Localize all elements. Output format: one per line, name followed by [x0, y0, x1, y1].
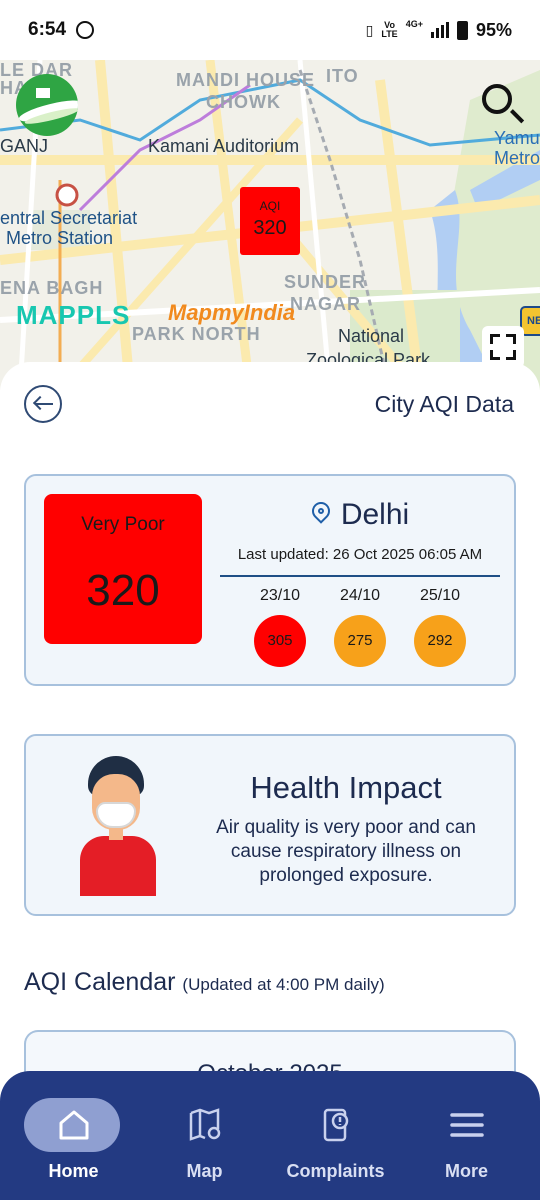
- map-label-sunder: SUNDER: [284, 272, 367, 292]
- history-date: 24/10: [339, 587, 381, 604]
- map-label-ganj: GANJ: [0, 136, 49, 156]
- city-name: Delhi: [340, 498, 410, 531]
- history-date: 25/10: [419, 587, 461, 604]
- map-label-chowk: CHOWK: [206, 92, 281, 112]
- aqi-value: 320: [86, 566, 160, 615]
- nav-label: Complaints: [286, 1161, 385, 1181]
- map-label-nagar: NAGAR: [290, 294, 361, 314]
- whatsapp-icon: [76, 21, 95, 39]
- mappls-logo: MAPPLS: [16, 300, 131, 330]
- last-updated: Last updated: 26 Oct 2025 06:05 AM: [237, 546, 483, 563]
- nav-label: Home: [48, 1161, 99, 1181]
- network-type: 4G+: [405, 18, 423, 29]
- map-marker-value: 320: [253, 217, 287, 239]
- nav-more[interactable]: More: [401, 1071, 532, 1200]
- status-bar: 6:54 ▯ Vo LTE 4G+ 95%: [0, 0, 540, 60]
- map-marker-label: AQI: [259, 199, 281, 213]
- map-icon: [189, 1108, 220, 1141]
- health-impact-card: Health Impact Air quality is very poor a…: [24, 734, 516, 916]
- history-value: 305: [254, 615, 306, 667]
- aqi-summary-card: Very Poor 320 Delhi Last updated: 26 Oct…: [24, 474, 516, 686]
- aqi-category: Very Poor: [81, 514, 165, 535]
- calendar-title: AQI Calendar: [24, 968, 176, 996]
- bottom-navigation: Home Map Complaints More: [0, 1071, 540, 1200]
- status-time: 6:54: [28, 19, 67, 40]
- map-label-yamuna: Yamu: [494, 128, 540, 148]
- map-label-metro-station: Metro Station: [6, 228, 114, 248]
- health-title: Health Impact: [250, 770, 442, 805]
- nav-complaints[interactable]: Complaints: [270, 1071, 401, 1200]
- nav-home[interactable]: Home: [8, 1071, 139, 1200]
- battery-icon: [456, 20, 468, 40]
- map-label-central-secretariat: entral Secretariat: [0, 208, 138, 228]
- map-aqi-marker[interactable]: AQI 320: [240, 187, 300, 255]
- menu-icon: [449, 1113, 484, 1137]
- app-logo: [16, 74, 78, 136]
- history-value: 292: [414, 615, 466, 667]
- history-day: 23/10 305: [250, 587, 310, 667]
- map-label-kamani: Kamani Auditorium: [148, 136, 300, 156]
- calendar-subtitle: (Updated at 4:00 PM daily): [182, 975, 385, 994]
- map-view[interactable]: LE DAR HA MANDI HOUSE CHOWK ITO GANJ Kam…: [0, 60, 540, 390]
- history-day: 25/10 292: [410, 587, 470, 667]
- current-aqi-box: Very Poor 320: [44, 494, 202, 644]
- status-icons: ▯ Vo LTE 4G+ 95%: [365, 18, 512, 41]
- home-icon: [59, 1110, 88, 1140]
- map-label-park-north: PARK NORTH: [132, 324, 261, 344]
- location-pin-icon: [308, 498, 334, 528]
- aqi-history: 23/10 305 24/10 275 25/10 292: [220, 587, 500, 667]
- divider: [220, 575, 500, 577]
- search-icon[interactable]: [480, 82, 525, 126]
- map-label-national: National: [338, 326, 405, 346]
- masked-person-illustration: [76, 754, 160, 896]
- complaints-icon: [323, 1108, 348, 1142]
- nav-label: Map: [186, 1161, 223, 1181]
- history-day: 24/10 275: [330, 587, 390, 667]
- city-block: Delhi Last updated: 26 Oct 2025 06:05 AM…: [220, 498, 500, 667]
- sheet-title: City AQI Data: [374, 391, 514, 417]
- signal-icon: [430, 22, 449, 38]
- health-description: Air quality is very poor and can cause r…: [216, 817, 476, 886]
- calendar-heading: AQI Calendar (Updated at 4:00 PM daily): [24, 968, 385, 997]
- volte-indicator: Vo LTE: [381, 20, 398, 39]
- map-label-metro: Metro: [494, 148, 540, 168]
- vibrate-icon: ▯: [365, 21, 374, 38]
- battery-percent: 95%: [475, 19, 512, 40]
- map-label-ito: ITO: [326, 66, 359, 86]
- health-text-block: Health Impact Air quality is very poor a…: [206, 770, 486, 888]
- map-label-mandi-house: MANDI HOUSE: [176, 70, 316, 90]
- history-value: 275: [334, 615, 386, 667]
- nav-label: More: [444, 1161, 488, 1181]
- history-date: 23/10: [259, 587, 301, 604]
- mapmyindia-logo: MapmyIndia: [168, 300, 296, 325]
- nav-map[interactable]: Map: [139, 1071, 270, 1200]
- city-name-row: Delhi: [220, 498, 500, 532]
- map-label-ena-bagh: ENA BAGH: [0, 278, 104, 298]
- back-button[interactable]: [24, 385, 62, 423]
